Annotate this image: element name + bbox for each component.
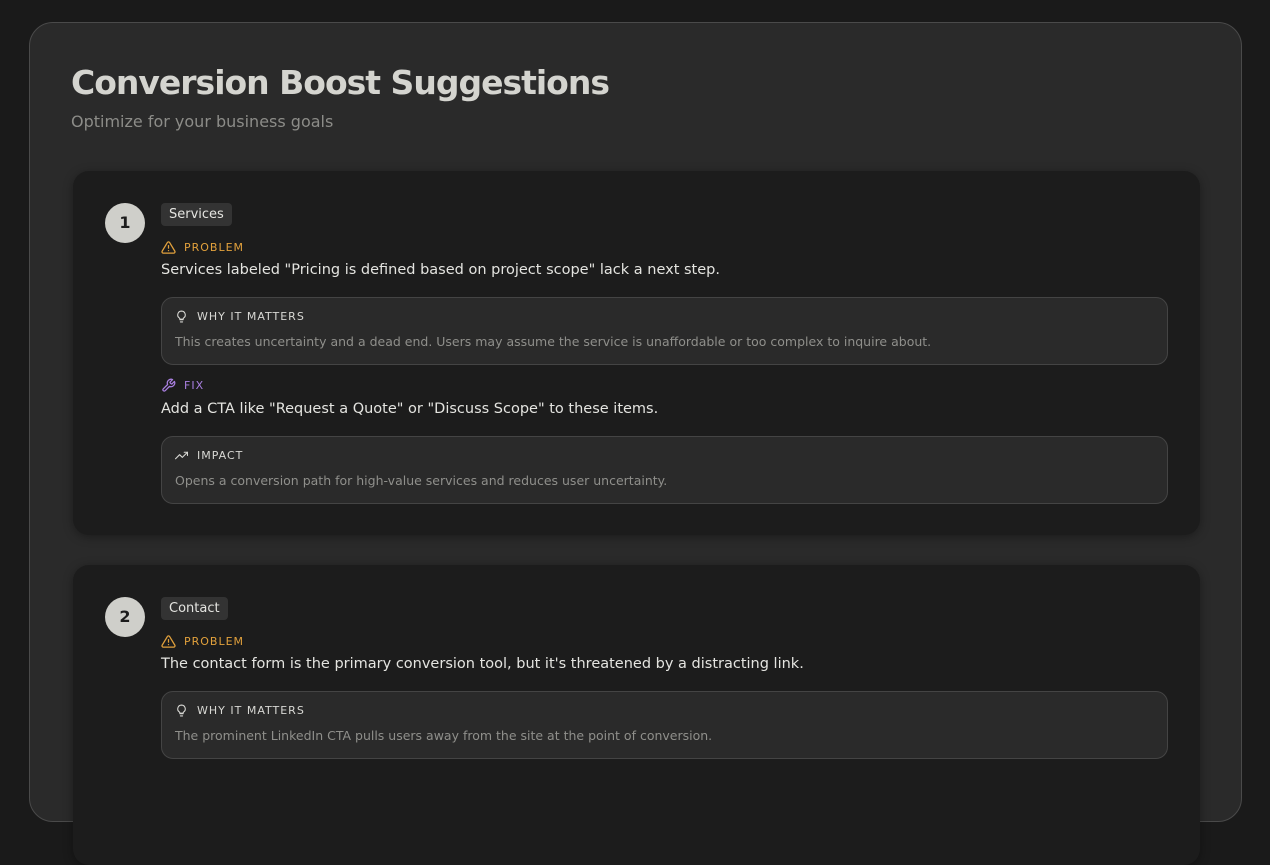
problem-text: The contact form is the primary conversi… [161, 656, 804, 672]
suggestion-number: 1 [105, 203, 145, 243]
problem-label: PROBLEM [184, 634, 245, 648]
problem-label: PROBLEM [184, 240, 245, 254]
fix-label-row: FIX [161, 377, 204, 393]
problem-label-row: PROBLEM [161, 633, 244, 649]
suggestion-card: 2 Contact PROBLEM The contact form is th… [73, 565, 1200, 865]
suggestion-number: 2 [105, 597, 145, 637]
category-tag: Contact [161, 597, 228, 620]
page-subtitle: Optimize for your business goals [71, 112, 334, 131]
problem-text: Services labeled "Pricing is defined bas… [161, 262, 720, 278]
suggestion-card: 1 Services PROBLEM Services labeled "Pri… [73, 171, 1200, 535]
suggestions-panel: Conversion Boost Suggestions Optimize fo… [29, 22, 1242, 865]
impact-text: Opens a conversion path for high-value s… [175, 473, 668, 488]
warning-triangle-icon [161, 634, 176, 648]
category-tag: Services [161, 203, 232, 226]
lightbulb-icon [177, 310, 186, 323]
why-it-matters-box: WHY IT MATTERS The prominent LinkedIn CT… [161, 691, 1168, 759]
page-title: Conversion Boost Suggestions [71, 63, 610, 102]
trending-up-icon [175, 451, 188, 460]
why-it-matters-box: WHY IT MATTERS This creates uncertainty … [161, 297, 1168, 365]
fix-text: Add a CTA like "Request a Quote" or "Dis… [161, 401, 659, 417]
impact-label: IMPACT [197, 449, 244, 462]
impact-box: IMPACT Opens a conversion path for high-… [161, 436, 1168, 504]
why-text: The prominent LinkedIn CTA pulls users a… [175, 728, 713, 743]
why-label: WHY IT MATTERS [197, 704, 305, 717]
why-text: This creates uncertainty and a dead end.… [175, 334, 932, 349]
wrench-icon [162, 378, 176, 392]
fix-label: FIX [184, 378, 205, 392]
warning-triangle-icon [161, 240, 176, 254]
problem-label-row: PROBLEM [161, 239, 244, 255]
lightbulb-icon [177, 704, 186, 717]
why-label: WHY IT MATTERS [197, 310, 305, 323]
